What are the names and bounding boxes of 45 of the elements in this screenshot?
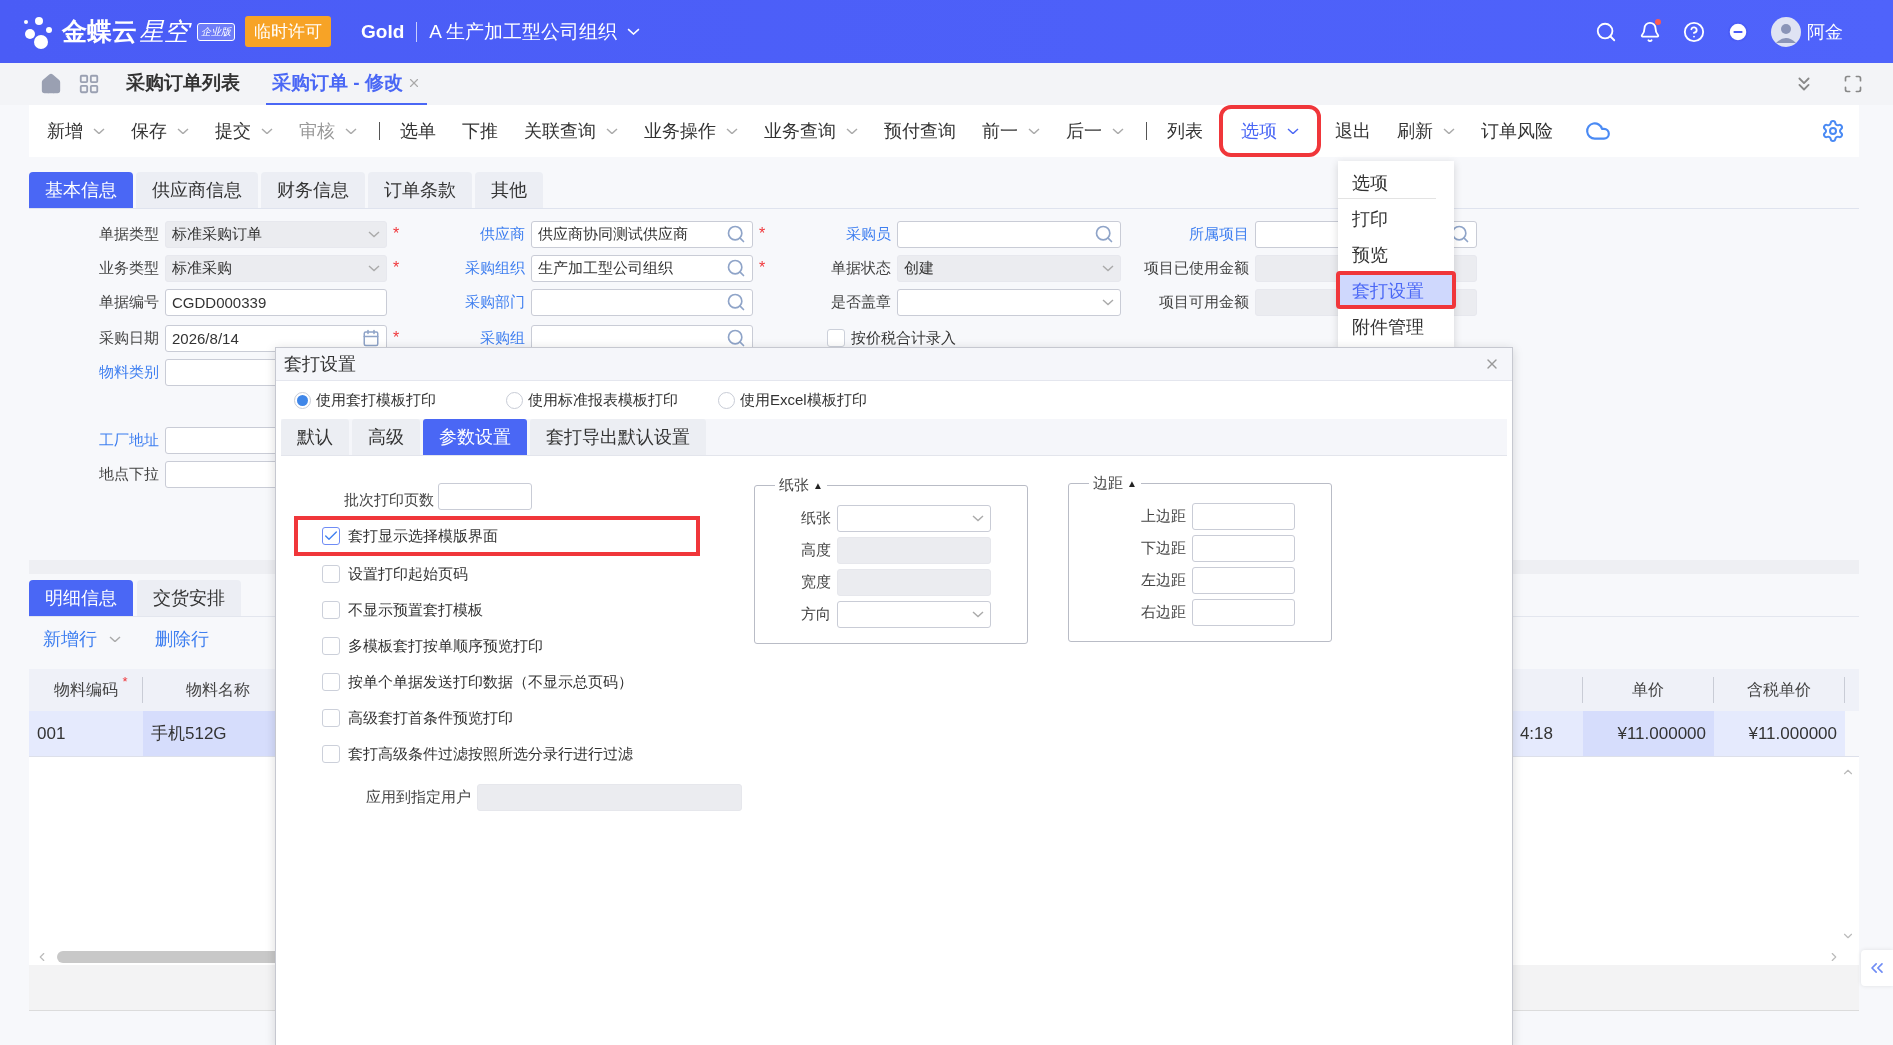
license-badge: 临时许可 xyxy=(245,16,331,47)
checkbox-label: 不显示预置套打模板 xyxy=(348,600,483,620)
group-title: 纸张 xyxy=(779,476,809,495)
field-label: 业务类型 xyxy=(99,258,160,278)
field-label: 项目已使用金额 xyxy=(1144,258,1250,278)
field-label: 是否盖章 xyxy=(831,292,892,312)
checkbox-label: 按价税合计录入 xyxy=(851,328,956,348)
table-cell: ¥11.000000 xyxy=(1583,711,1714,756)
required-mark: * xyxy=(758,259,767,278)
table-cell: ¥11.000000 xyxy=(1714,711,1845,756)
required-mark: * xyxy=(758,225,767,244)
checkbox-label: 套打高级条件过滤按照所选分录行进行过滤 xyxy=(348,744,633,764)
edition-badge: 企业版 xyxy=(197,22,235,41)
radio-label: 使用标准报表模板打印 xyxy=(528,390,678,410)
checkbox-label: 高级套打首条件预览打印 xyxy=(348,708,513,728)
required-mark: * xyxy=(392,329,401,347)
table-cell: 001 xyxy=(29,711,143,756)
checkbox-label: 套打显示选择模版界面 xyxy=(348,526,498,546)
field-label: 高度 xyxy=(801,541,831,560)
field-label: 右边距 xyxy=(1141,603,1186,622)
brand-name: 金蝶云 xyxy=(62,16,137,47)
checkbox-label: 多模板套打按单顺序预览打印 xyxy=(348,636,543,656)
required-mark: * xyxy=(392,225,401,244)
field-label: 宽度 xyxy=(801,573,831,592)
required-mark: * xyxy=(392,259,401,278)
field-label: 项目可用金额 xyxy=(1159,292,1250,312)
field-label: 应用到指定用户 xyxy=(366,788,471,807)
tenant-name: Gold xyxy=(361,20,405,43)
field-label: 下边距 xyxy=(1141,539,1186,558)
field-label: 单据状态 xyxy=(831,258,892,278)
field-label: 上边距 xyxy=(1141,507,1186,526)
field-label: 采购日期 xyxy=(99,328,160,348)
dialog-title: 套打设置 xyxy=(284,353,356,376)
radio-label: 使用套打模板打印 xyxy=(316,390,436,410)
checkbox-label: 按单个单据发送打印数据（不显示总页码） xyxy=(348,672,633,692)
field-label: 地点下拉 xyxy=(99,464,160,484)
checkbox-label: 设置打印起始页码 xyxy=(348,564,468,584)
field-label: 单据编号 xyxy=(99,292,160,312)
field-label: 左边距 xyxy=(1141,571,1186,590)
radio-label: 使用Excel模板打印 xyxy=(740,390,867,410)
group-title: 边距 xyxy=(1093,474,1123,493)
field-label: 单据类型 xyxy=(99,224,160,244)
field-label: 纸张 xyxy=(801,509,831,528)
field-label: 批次打印页数 xyxy=(344,491,434,510)
field-label: 方向 xyxy=(801,605,831,624)
